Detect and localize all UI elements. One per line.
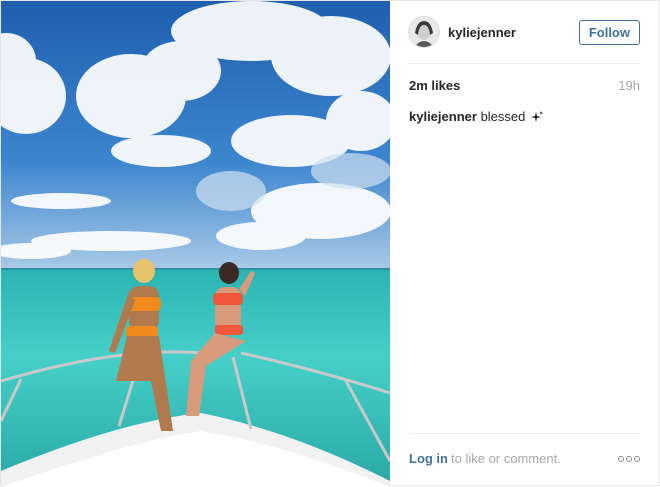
login-link[interactable]: Log in [409,451,448,466]
post-sidebar: kyliejenner Follow 2m likes 19h kyliejen… [390,1,659,485]
more-dot [618,455,624,462]
username[interactable]: kyliejenner [448,25,516,40]
more-dot [626,455,632,462]
sparkle-icon [531,111,543,127]
post-header: kyliejenner Follow [390,1,659,63]
likes-count[interactable]: 2m likes [409,78,460,93]
post-meta: 2m likes 19h [409,78,640,93]
post-footer: Log in to like or comment. [409,451,640,466]
more-dot [634,455,640,462]
post-timestamp[interactable]: 19h [618,78,640,93]
follow-button[interactable]: Follow [578,19,640,45]
header-divider [409,63,640,64]
instagram-post: kyliejenner Follow 2m likes 19h kyliejen… [0,0,660,487]
login-prompt-text: to like or comment. [451,451,561,466]
post-caption: kyliejenner blessed [409,109,640,127]
post-photo[interactable] [1,1,390,487]
more-options-icon[interactable] [618,455,640,462]
caption-text: blessed [480,109,526,124]
avatar[interactable] [408,16,440,48]
caption-username[interactable]: kyliejenner [409,109,477,124]
footer-divider [409,433,640,434]
